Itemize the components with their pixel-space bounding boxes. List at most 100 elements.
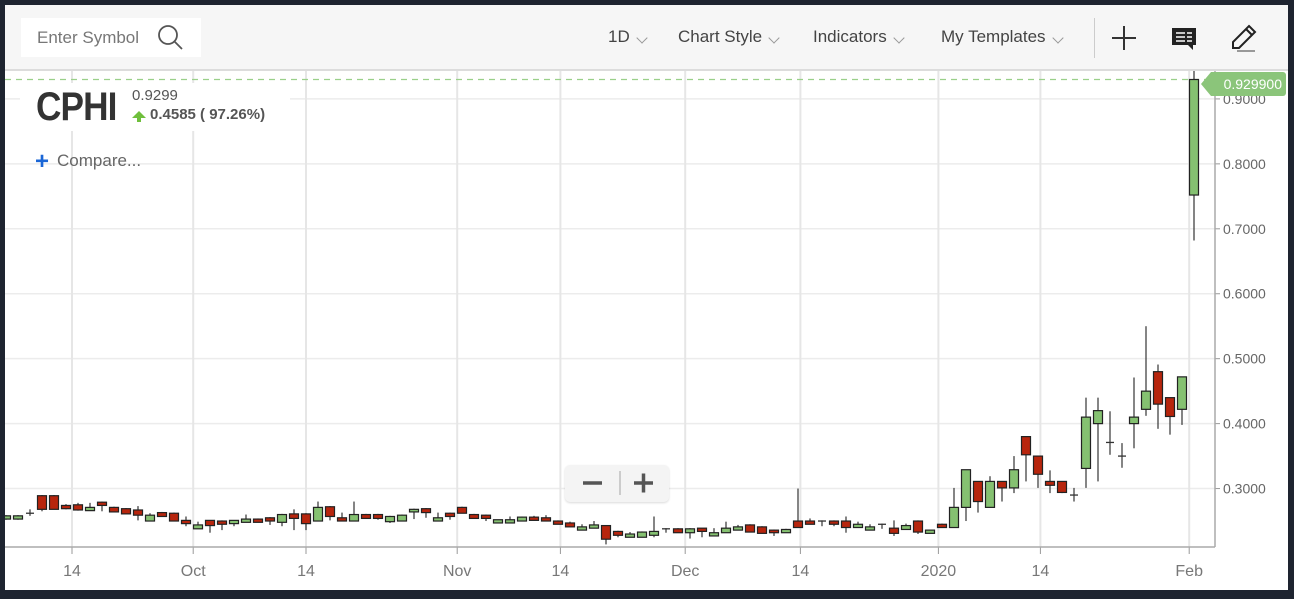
zoom-in-button[interactable] <box>619 465 669 502</box>
zoom-controls <box>565 465 669 502</box>
candle-body <box>372 513 384 520</box>
x-tick-label: Nov <box>443 563 471 580</box>
search-icon[interactable] <box>157 24 185 52</box>
candle <box>516 516 528 522</box>
candle <box>912 520 924 535</box>
candle <box>662 528 670 533</box>
pencil-icon[interactable] <box>1229 23 1259 53</box>
y-tick-label: 0.8000 <box>1223 156 1266 172</box>
candle <box>564 521 576 528</box>
candle-body <box>1092 410 1104 425</box>
candle-body <box>384 515 396 523</box>
candle <box>480 514 492 522</box>
candle-body <box>1044 480 1056 486</box>
candle <box>96 501 108 512</box>
candle-body <box>216 520 228 525</box>
candle-body <box>636 531 648 538</box>
candle-body <box>972 480 984 503</box>
candle <box>864 524 876 531</box>
candle-body <box>504 519 516 524</box>
candle-body <box>444 512 456 518</box>
symbol-legend: CPHI 0.9299 0.4585 ( 97.26%) <box>20 83 290 131</box>
symbol-search-input[interactable] <box>35 26 149 49</box>
chart-window: 0.3000 0.4000 0.5000 0.6000 0.7000 0.8000 0.90… <box>5 5 1288 590</box>
compare-button[interactable]: + Compare... <box>35 147 141 175</box>
zoom-out-button[interactable] <box>567 465 617 502</box>
candle-body <box>576 526 588 531</box>
candle <box>732 524 744 531</box>
candle <box>828 520 840 527</box>
candle <box>456 506 468 514</box>
candle <box>624 532 636 538</box>
plus-icon: + <box>35 147 50 175</box>
candle <box>192 521 204 530</box>
candle <box>444 512 456 520</box>
candle <box>540 515 552 522</box>
candle-body <box>132 509 144 516</box>
candle-body <box>180 519 192 525</box>
candle-body <box>144 514 156 522</box>
candle-body <box>924 529 936 534</box>
candle-body <box>948 506 960 529</box>
candle-body <box>456 506 468 514</box>
candle-body <box>408 508 420 513</box>
candle-body <box>732 526 744 531</box>
candle-body <box>156 511 168 518</box>
plus-icon[interactable] <box>1109 23 1139 53</box>
indicators-label: Indicators <box>813 27 887 46</box>
indicators-menu[interactable]: Indicators <box>813 27 905 47</box>
candle-body <box>780 528 792 534</box>
candle <box>396 514 408 522</box>
symbol-ticker: CPHI <box>36 85 117 129</box>
candle-body <box>1188 78 1200 196</box>
candle <box>288 509 300 531</box>
chart-style-label: Chart Style <box>678 27 763 46</box>
candle <box>240 514 252 523</box>
candle <box>228 519 240 527</box>
candle <box>60 504 72 510</box>
candle-body <box>540 517 552 522</box>
last-price-tag: 0.929900 <box>1201 72 1286 96</box>
my-templates-menu[interactable]: My Templates <box>941 27 1064 47</box>
candle-body <box>696 527 708 533</box>
candle <box>1188 71 1200 241</box>
candle <box>960 469 972 522</box>
symbol-search[interactable] <box>21 18 201 57</box>
candle-body <box>1176 376 1188 410</box>
price-change-value: 0.4585 ( 97.26%) <box>150 106 266 123</box>
candle <box>1164 397 1176 435</box>
candle-body <box>48 495 60 510</box>
comment-icon[interactable] <box>1169 23 1199 53</box>
candle-body <box>300 513 312 525</box>
candle <box>878 523 886 529</box>
candle <box>1140 326 1152 416</box>
candle <box>72 502 84 511</box>
candle <box>360 513 372 520</box>
candle-body <box>828 520 840 525</box>
candle-body <box>564 522 576 528</box>
last-price: 0.9299 <box>132 87 178 104</box>
candle-body <box>1128 416 1140 425</box>
interval-menu[interactable]: 1D <box>608 27 648 47</box>
y-tick-label: 0.7000 <box>1223 221 1266 237</box>
candle-body <box>240 518 252 523</box>
candle-body <box>12 515 24 520</box>
candle <box>504 516 516 524</box>
candle-body <box>984 480 996 508</box>
candle <box>720 521 732 534</box>
candle-body <box>744 524 756 533</box>
candle-body <box>720 527 732 534</box>
chart-style-menu[interactable]: Chart Style <box>678 27 780 47</box>
candle <box>420 508 432 518</box>
candle <box>948 487 960 529</box>
candle-body <box>612 530 624 536</box>
candle-body <box>108 506 120 513</box>
candle <box>1106 411 1114 455</box>
candle-body <box>1008 469 1020 489</box>
candle <box>276 513 288 527</box>
candle <box>818 520 826 527</box>
candle <box>696 527 708 538</box>
candle <box>1128 377 1140 449</box>
candle-body <box>864 526 876 531</box>
candle <box>744 524 756 533</box>
